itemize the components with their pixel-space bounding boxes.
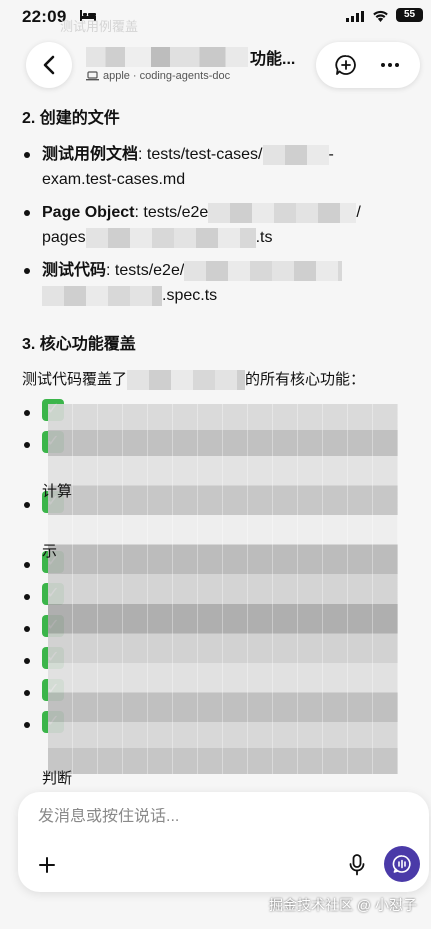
wrapped-fragment: 示 [42, 543, 58, 560]
file-item-test-code: 测试代码: tests/e2e/ .spec.ts [22, 258, 422, 308]
file-path: exam.test-cases.md [42, 171, 186, 188]
file-path: tests/test-cases/ [146, 146, 263, 163]
header-actions [316, 42, 420, 88]
coverage-intro-start: 测试代码覆盖了 [22, 371, 128, 388]
plus-icon [39, 857, 55, 873]
voice-waveform-icon [392, 855, 411, 873]
file-label: 测试用例文档 [42, 146, 139, 163]
redacted-path [262, 144, 329, 165]
repo-subtitle: apple · coding-agents-doc [86, 70, 316, 82]
coverage-intro-end: 的所有核心功能： [245, 371, 366, 388]
section-core-coverage-title: 3. 核心功能覆盖 [22, 336, 136, 353]
voice-chat-button[interactable] [384, 846, 420, 882]
file-path: pages [42, 229, 86, 246]
message-input[interactable] [38, 808, 398, 826]
file-label: Page Object [42, 204, 135, 221]
laptop-icon [86, 71, 99, 81]
file-label: 测试代码 [42, 262, 107, 279]
file-path: .ts [255, 229, 273, 246]
chevron-left-icon [43, 55, 55, 75]
message-composer [18, 792, 429, 892]
redacted-feature-name [127, 370, 246, 391]
wrapped-fragment: 判断 [42, 770, 73, 787]
back-button[interactable] [26, 42, 72, 88]
microphone-button[interactable] [340, 848, 374, 882]
cellular-signal-icon [346, 11, 364, 22]
file-sep: : [138, 146, 147, 163]
redacted-path [184, 260, 343, 281]
watermark: 掘金技术社区 @ 小怼子 [269, 897, 417, 913]
conversation-title: 功能... [250, 51, 296, 68]
conversation-title-block[interactable]: 功能... apple · coding-agents-doc [86, 46, 316, 82]
wifi-icon [373, 10, 388, 22]
redacted-path [42, 285, 162, 306]
more-dots-icon [381, 63, 399, 67]
microphone-icon [349, 854, 365, 876]
file-path: - [328, 146, 334, 163]
battery-indicator: 55 [396, 8, 423, 22]
file-path: / [356, 204, 361, 221]
file-sep: : [106, 262, 115, 279]
file-item-page-object: Page Object: tests/e2e / pages .ts [22, 200, 422, 250]
file-item-testcases: 测试用例文档: tests/test-cases/ - exam.test-case… [22, 142, 422, 192]
scrolled-ghost-text: 测试用例覆盖 [60, 19, 139, 34]
section-created-files-title: 2. 创建的文件 [22, 110, 120, 127]
redacted-path [208, 202, 357, 223]
repo-owner: apple [103, 70, 130, 82]
subtitle-separator: · [132, 70, 137, 82]
file-path: tests/e2e/ [114, 262, 185, 279]
coverage-intro: 测试代码覆盖了 的所有核心功能： [22, 368, 422, 392]
wrapped-fragment: 计算 [42, 483, 73, 500]
attach-button[interactable] [30, 848, 64, 882]
new-chat-button[interactable] [328, 47, 364, 83]
redacted-coverage-details [48, 404, 398, 774]
chat-plus-icon [335, 55, 356, 75]
redacted-title [86, 47, 248, 67]
repo-name: coding-agents-doc [139, 70, 231, 82]
file-path: tests/e2e [143, 204, 209, 221]
redacted-path [85, 227, 256, 248]
file-path: .spec.ts [162, 287, 218, 304]
more-options-button[interactable] [372, 47, 408, 83]
created-files-list: 测试用例文档: tests/test-cases/ - exam.test-case… [22, 142, 422, 308]
